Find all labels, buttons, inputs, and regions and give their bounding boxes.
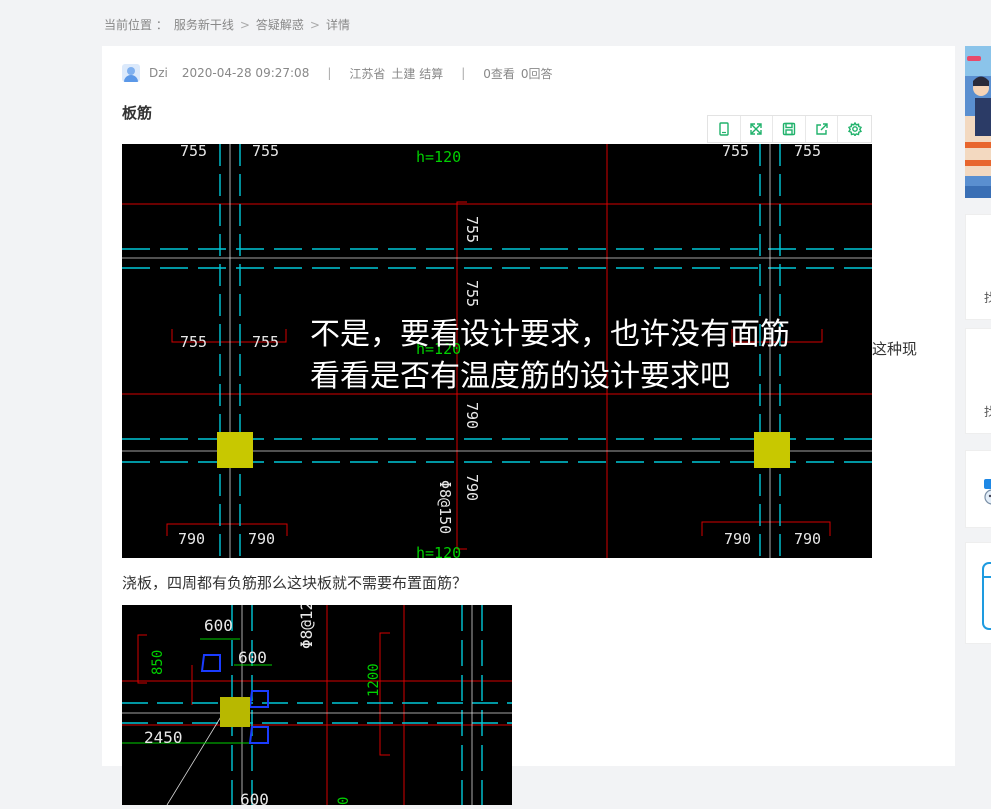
image-toolbar: [707, 115, 872, 143]
robot-icon: [984, 479, 991, 505]
dimension-label: 600: [240, 790, 269, 805]
meta-divider: |: [327, 66, 332, 80]
breadcrumb-separator: >: [239, 17, 250, 32]
sidebar-card-text: 找: [984, 291, 991, 305]
dimension-label: 790: [724, 530, 751, 548]
dimension-label: 790: [178, 530, 205, 548]
height-label: h=120: [416, 148, 461, 166]
cad-drawing-image[interactable]: 600 600 2450 600 Φ8@125 850 1200 0: [122, 591, 512, 809]
sidebar-card[interactable]: [965, 542, 991, 644]
answer-count: 0回答: [520, 66, 553, 81]
meta-divider: |: [461, 66, 466, 80]
dimension-label: 600: [238, 648, 267, 667]
device-icon: [982, 562, 991, 630]
breadcrumb-separator: >: [309, 17, 320, 32]
dimension-label: 755: [180, 333, 207, 351]
body-text-fragment: 这种现: [872, 340, 918, 358]
avatar[interactable]: [122, 64, 140, 82]
dimension-label: 790: [463, 474, 481, 501]
sidebar-card-text: 找: [984, 405, 991, 419]
dimension-label: 790: [248, 530, 275, 548]
overlay-caption-line1: 不是，要看设计要求，也许没有面筋: [310, 317, 790, 352]
post-datetime: 2020-04-28 09:27:08: [181, 66, 310, 80]
sidebar-card[interactable]: 找: [965, 328, 991, 434]
dimension-label: 600: [204, 616, 233, 635]
dimension-label: 790: [463, 402, 481, 429]
post-tags: 土建 结算: [391, 66, 444, 81]
post-region: 江苏省: [349, 66, 386, 81]
dimension-label: 755: [252, 144, 279, 160]
breadcrumb: 当前位置 ： 服务新干线 > 答疑解惑 > 详情: [104, 16, 350, 33]
question-card: Dzi 2020-04-28 09:27:08 | 江苏省 土建 结算 | 0查…: [102, 46, 955, 809]
dimension-label: 755: [463, 216, 481, 243]
dimension-label: 790: [794, 530, 821, 548]
view-count: 0查看: [483, 66, 515, 81]
dimension-label: 755: [794, 144, 821, 160]
dimension-label: 2450: [144, 728, 183, 747]
settings-icon[interactable]: [838, 116, 871, 142]
breadcrumb-item-detail: 详情: [325, 18, 350, 32]
sidebar-banner[interactable]: [965, 46, 991, 198]
rebar-label: Φ8@125: [297, 605, 316, 649]
share-icon[interactable]: [806, 116, 839, 142]
dimension-label: 755: [463, 280, 481, 307]
username[interactable]: Dzi: [149, 66, 168, 80]
overlay-caption-line2: 看看是否有温度筋的设计要求吧: [310, 359, 730, 394]
dimension-label: 755: [722, 144, 749, 160]
dimension-label: 755: [180, 144, 207, 160]
dimension-label: 0: [336, 797, 352, 805]
sidebar-card[interactable]: [965, 450, 991, 528]
height-label: h=120: [416, 544, 461, 558]
dimension-label: 1200: [366, 663, 382, 697]
question-title: 板筋: [122, 104, 153, 122]
dimension-label: 755: [252, 333, 279, 351]
expand-icon[interactable]: [741, 116, 774, 142]
breadcrumb-item-service[interactable]: 服务新干线: [174, 16, 234, 33]
post-meta: Dzi 2020-04-28 09:27:08 | 江苏省 土建 结算 | 0查…: [122, 64, 553, 82]
overlay-caption: 不是，要看设计要求，也许没有面筋 看看是否有温度筋的设计要求吧: [310, 314, 790, 398]
question-body-text: 浇板，四周都有负筋那么这块板就不需要布置面筋？: [122, 574, 468, 592]
dimension-label: 850: [150, 650, 166, 675]
breadcrumb-current-label: 当前位置 ：: [104, 18, 168, 32]
save-icon[interactable]: [773, 116, 806, 142]
sidebar-card[interactable]: 找: [965, 214, 991, 320]
copy-icon[interactable]: [708, 116, 741, 142]
breadcrumb-item-qa[interactable]: 答疑解惑: [256, 16, 304, 33]
rebar-label: Φ8@150: [436, 480, 454, 534]
